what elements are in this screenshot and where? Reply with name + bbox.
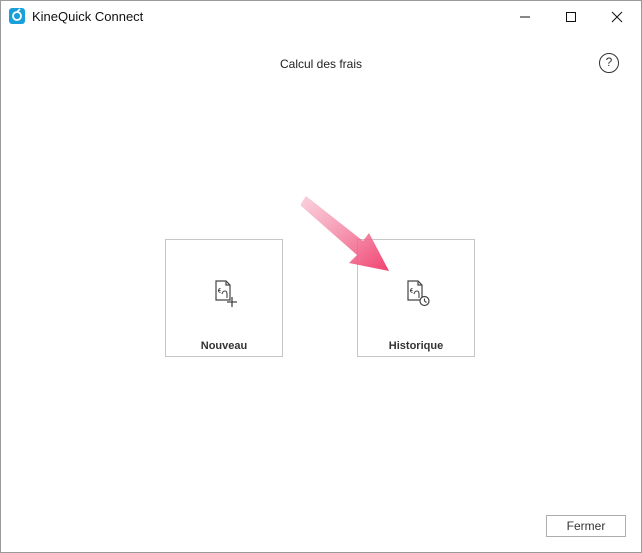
page-title: Calcul des frais	[279, 57, 363, 71]
close-window-button[interactable]	[594, 1, 640, 32]
new-tile-label: Nouveau	[200, 340, 248, 352]
minimize-icon	[520, 16, 530, 17]
close-icon	[611, 11, 623, 22]
app-logo-icon	[9, 8, 25, 24]
app-title: KineQuick Connect	[32, 9, 144, 24]
new-calculation-tile[interactable]: Nouveau	[165, 239, 283, 357]
invoice-history-icon	[407, 280, 430, 307]
maximize-icon	[566, 11, 576, 22]
close-button[interactable]: Fermer	[546, 515, 626, 537]
app-window: KineQuick Connect Calcul des frais ? Nou…	[0, 0, 642, 553]
pointer-arrow-icon	[301, 196, 389, 271]
minimize-button[interactable]	[502, 1, 548, 32]
invoice-add-icon	[215, 280, 237, 307]
maximize-button[interactable]	[548, 1, 594, 32]
history-tile-label: Historique	[388, 340, 444, 352]
title-bar: KineQuick Connect	[1, 1, 641, 32]
help-button[interactable]: ?	[599, 53, 619, 73]
